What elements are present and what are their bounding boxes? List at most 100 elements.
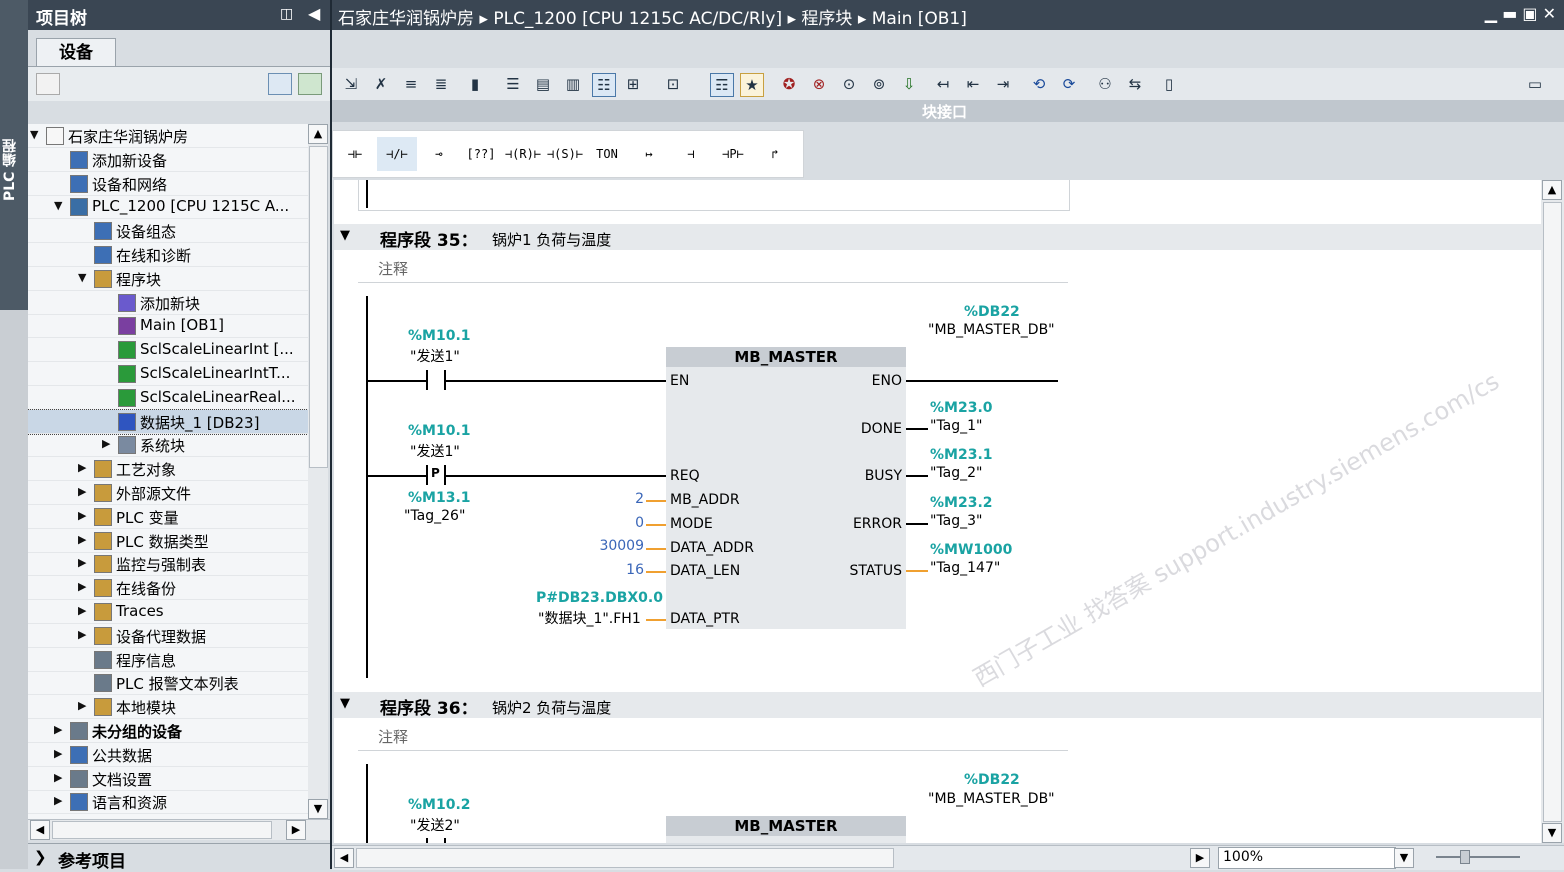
en-tag-name[interactable]: "发送1" xyxy=(410,346,460,366)
scroll-right-icon[interactable]: ▶ xyxy=(1190,848,1210,868)
edge-tag-address[interactable]: %M13.1 xyxy=(408,490,471,506)
ladder-editor[interactable]: ▼ 程序段 35： 锅炉1 负荷与温度 注释 %DB22 "MB_MASTER_… xyxy=(334,180,1541,843)
breakpoint-icon[interactable]: ✪ xyxy=(778,73,800,95)
edge-tag-name[interactable]: "Tag_26" xyxy=(404,508,465,524)
busy-address[interactable]: %M23.1 xyxy=(930,447,993,463)
tree-item[interactable]: ▶ 公共数据 xyxy=(28,743,308,767)
collapse-network-icon[interactable]: ▼ xyxy=(340,228,350,243)
new-item-icon[interactable] xyxy=(36,73,60,95)
scroll-left-icon[interactable]: ◀ xyxy=(30,820,50,840)
tree-item[interactable]: SclScaleLinearReal... xyxy=(28,386,308,410)
expand-down-icon[interactable]: ▼ xyxy=(54,199,66,212)
tree-item[interactable]: 添加新块 xyxy=(28,291,308,315)
tag-info-icon[interactable]: ⊡ xyxy=(662,73,684,95)
error-address[interactable]: %M23.2 xyxy=(930,495,993,511)
scroll-down-icon[interactable]: ▼ xyxy=(308,799,328,819)
project-tree-horizontal-scrollbar[interactable]: ◀ ▶ xyxy=(28,819,330,840)
collapse-panel-icon[interactable]: ◀ xyxy=(308,4,320,23)
reference-projects-bar[interactable]: ❯ 参考项目 xyxy=(28,843,330,872)
tree-item[interactable]: ▶ 外部源文件 xyxy=(28,481,308,505)
ton-button[interactable]: TON xyxy=(587,137,627,171)
expand-down-icon[interactable]: ▼ xyxy=(30,128,42,141)
show-favorites-icon[interactable]: ☶ xyxy=(710,73,734,97)
network-35-comment-title[interactable]: 锅炉1 负荷与温度 xyxy=(492,229,611,250)
delete-network-icon[interactable]: ✗ xyxy=(370,73,392,95)
scroll-left-icon[interactable]: ◀ xyxy=(334,848,354,868)
block-interface-bar[interactable]: 块接口 xyxy=(332,100,1564,122)
collapse-network-icon[interactable]: ▼ xyxy=(340,696,350,711)
tree-item[interactable]: Main [OB1] xyxy=(28,314,308,339)
network-icon[interactable]: ⚇ xyxy=(1094,73,1116,95)
tree-item[interactable]: ▼ 程序块 xyxy=(28,267,308,291)
goto-icon[interactable]: ↤ xyxy=(932,73,954,95)
expand-right-icon[interactable]: ▶ xyxy=(54,794,66,807)
tree-item[interactable]: ▶ 设备代理数据 xyxy=(28,624,308,648)
network-36-header[interactable]: ▼ 程序段 36： 锅炉2 负荷与温度 xyxy=(334,692,1541,719)
scroll-thumb[interactable] xyxy=(1543,202,1562,822)
monitor-icon[interactable]: ⟲ xyxy=(1028,73,1050,95)
expand-right-icon[interactable]: ▶ xyxy=(78,628,90,641)
data-addr-value[interactable]: 30009 xyxy=(584,538,644,554)
db-name[interactable]: "MB_MASTER_DB" xyxy=(928,322,1055,338)
busy-name[interactable]: "Tag_2" xyxy=(930,465,983,481)
expand-right-icon[interactable]: ▶ xyxy=(102,437,114,450)
zoom-slider-handle[interactable] xyxy=(1460,850,1470,864)
tree-item[interactable]: SclScaleLinearIntT... xyxy=(28,362,308,386)
scroll-thumb[interactable] xyxy=(309,146,328,468)
overview-icon[interactable] xyxy=(268,73,292,95)
tree-item[interactable]: ▶ 监控与强制表 xyxy=(28,552,308,577)
mb-master-block[interactable]: MB_MASTER EN REQ MB_ADDR MODE DATA_ADDR … xyxy=(666,347,906,629)
expand-right-icon[interactable]: ▶ xyxy=(54,771,66,784)
zoom-slider[interactable] xyxy=(1436,856,1520,858)
open-branch-button[interactable]: ↦ xyxy=(629,137,669,171)
add-row-icon[interactable]: ≣ xyxy=(430,73,452,95)
zoom-select[interactable]: 100% xyxy=(1218,847,1396,869)
reset-coil-button[interactable]: ⊣(R)⊢ xyxy=(503,137,543,171)
expand-right-icon[interactable]: ▶ xyxy=(78,699,90,712)
split-view-icon[interactable]: ▭ xyxy=(1524,73,1546,95)
tree-item[interactable]: ▶ 工艺对象 xyxy=(28,457,308,482)
expand-right-icon[interactable]: ▶ xyxy=(78,604,90,617)
network-35-comment[interactable]: 注释 xyxy=(358,252,1068,283)
scroll-up-icon[interactable]: ▲ xyxy=(1542,180,1562,200)
expand-right-icon[interactable]: ▶ xyxy=(54,723,66,736)
mb-addr-value[interactable]: 2 xyxy=(594,491,644,507)
network-35-header[interactable]: ▼ 程序段 35： 锅炉1 负荷与温度 xyxy=(334,224,1541,251)
layout-icon[interactable]: ▥ xyxy=(562,73,584,95)
set-coil-button[interactable]: ⊣(S)⊢ xyxy=(545,137,585,171)
insert-network-icon[interactable]: ⇲ xyxy=(340,73,362,95)
tree-item[interactable]: ▶ 未分组的设备 xyxy=(28,719,308,743)
tree-item[interactable]: ▶ 系统块 xyxy=(28,433,308,458)
pin-panel-icon[interactable]: ◫ xyxy=(280,6,293,22)
tree-item[interactable]: SclScaleLinearInt [... xyxy=(28,338,308,363)
tree-item[interactable]: PLC 报警文本列表 xyxy=(28,671,308,696)
comment-icon[interactable]: ☷ xyxy=(592,73,616,97)
window-icon[interactable]: ▤ xyxy=(532,73,554,95)
data-ptr-address[interactable]: P#DB23.DBX0.0 xyxy=(536,590,663,606)
db-name[interactable]: "MB_MASTER_DB" xyxy=(928,791,1055,807)
absolute-address-icon[interactable]: ⊞ xyxy=(622,73,644,95)
expand-down-icon[interactable]: ▼ xyxy=(78,271,90,284)
error-name[interactable]: "Tag_3" xyxy=(930,513,983,529)
tree-item[interactable]: 在线和诊断 xyxy=(28,243,308,267)
close-branch-button[interactable]: ⊣ xyxy=(671,137,711,171)
tree-item[interactable]: 添加新设备 xyxy=(28,148,308,172)
en-tag-name[interactable]: "发送2" xyxy=(410,815,460,835)
db-address[interactable]: %DB22 xyxy=(964,772,1020,788)
data-len-value[interactable]: 16 xyxy=(594,562,644,578)
expand-right-icon[interactable]: ▶ xyxy=(78,509,90,522)
expand-right-icon[interactable]: ▶ xyxy=(78,461,90,474)
expand-right-icon[interactable]: ▶ xyxy=(78,533,90,546)
en-tag-address[interactable]: %M10.1 xyxy=(408,328,471,344)
jump-button[interactable]: ↱ xyxy=(755,137,795,171)
no-contact-button[interactable]: ⊣⊢ xyxy=(335,137,375,171)
done-name[interactable]: "Tag_1" xyxy=(930,418,983,434)
data-ptr-name[interactable]: "数据块_1".FH1 xyxy=(538,608,641,628)
tree-item[interactable]: ▶ 语言和资源 xyxy=(28,790,308,815)
db-icon[interactable]: ▮ xyxy=(464,73,486,95)
scroll-right-icon[interactable]: ▶ xyxy=(286,820,306,840)
step-over-icon[interactable]: ⊚ xyxy=(868,73,890,95)
req-tag-address[interactable]: %M10.1 xyxy=(408,423,471,439)
p-contact-button[interactable]: ⊣P⊢ xyxy=(713,137,753,171)
tree-item[interactable]: ▶ Traces xyxy=(28,600,308,624)
